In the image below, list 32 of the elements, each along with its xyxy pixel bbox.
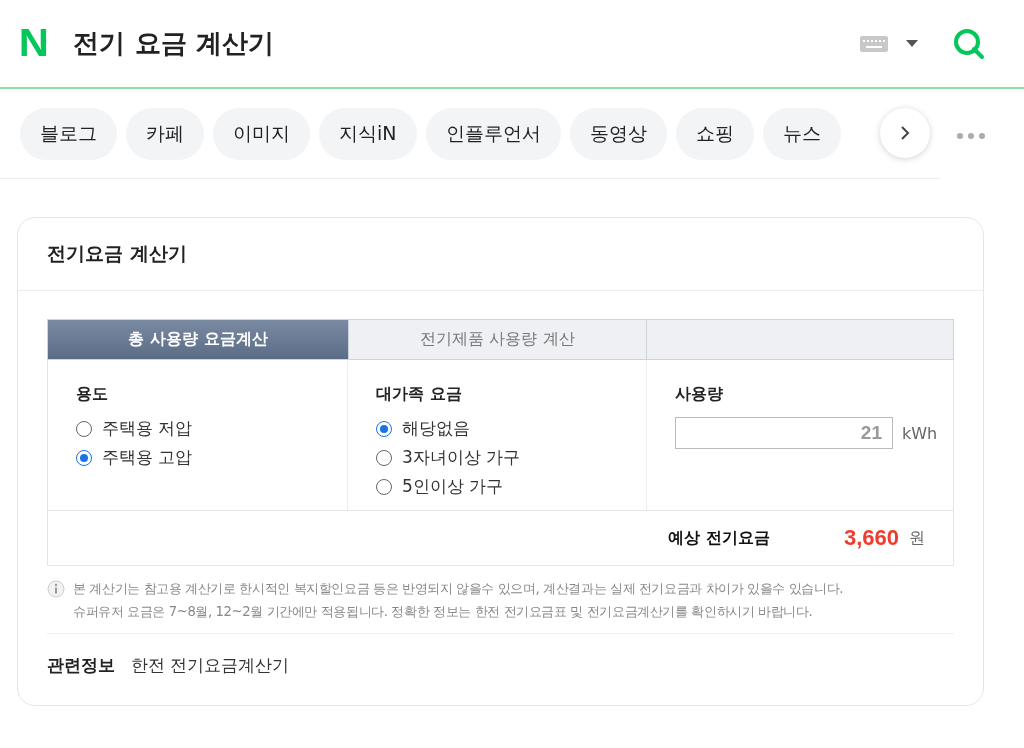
radio-option[interactable]: 해당없음 bbox=[376, 417, 618, 440]
related-label: 관련정보 bbox=[47, 654, 115, 677]
result-value: 3,660 bbox=[843, 525, 899, 551]
more-icon[interactable] bbox=[957, 133, 985, 139]
category-chip[interactable]: 지식iN bbox=[319, 108, 417, 160]
result-label: 예상 전기요금 bbox=[668, 527, 770, 549]
tab[interactable]: 총 사용량 요금계산 bbox=[48, 320, 348, 359]
radio-option[interactable]: 주택용 고압 bbox=[76, 446, 319, 469]
radio-option[interactable]: 3자녀이상 가구 bbox=[376, 446, 618, 469]
chevron-right-icon bbox=[900, 125, 910, 141]
caret-icon[interactable] bbox=[906, 40, 918, 47]
radio-option[interactable]: 5인이상 가구 bbox=[376, 475, 618, 498]
field-label: 사용량 bbox=[675, 384, 724, 405]
category-chip[interactable]: 블로그 bbox=[20, 108, 117, 160]
field-label: 용도 bbox=[76, 384, 109, 405]
tab[interactable]: 전기제품 사용량 계산 bbox=[348, 320, 646, 359]
category-chip[interactable]: 동영상 bbox=[569, 108, 667, 160]
category-chip[interactable]: 쇼핑 bbox=[675, 108, 754, 160]
search-query[interactable]: 전기 요금 계산기 bbox=[73, 26, 860, 61]
category-chip[interactable]: 뉴스 bbox=[762, 108, 841, 160]
related-link[interactable]: 한전 전기요금계산기 bbox=[131, 654, 290, 677]
note-text: 슈퍼유저 요금은 7~8월, 12~2월 기간에만 적용됩니다. 정확한 정보는 한전 전기요금표 및 전기요금계산기를 확인하시기 바랍니다. bbox=[73, 603, 814, 621]
unit-label: kWh bbox=[902, 423, 938, 443]
card-title: 전기요금 계산기 bbox=[18, 218, 983, 291]
note-text: 본 계산기는 참고용 계산기로 한시적인 복지할인요금 등은 반영되지 않을수 있으며, 계산결과는 실제 전기요금과 차이가 있을수 있습니다. bbox=[73, 580, 844, 598]
category-chip[interactable]: 카페 bbox=[126, 108, 204, 160]
field-label: 대가족 요금 bbox=[376, 384, 463, 405]
currency-unit: 원 bbox=[909, 527, 925, 549]
radio-option[interactable]: 주택용 저압 bbox=[76, 417, 319, 440]
category-chip[interactable]: 인플루언서 bbox=[425, 108, 561, 160]
category-chip[interactable]: 이미지 bbox=[213, 108, 310, 160]
info-icon bbox=[47, 580, 65, 598]
